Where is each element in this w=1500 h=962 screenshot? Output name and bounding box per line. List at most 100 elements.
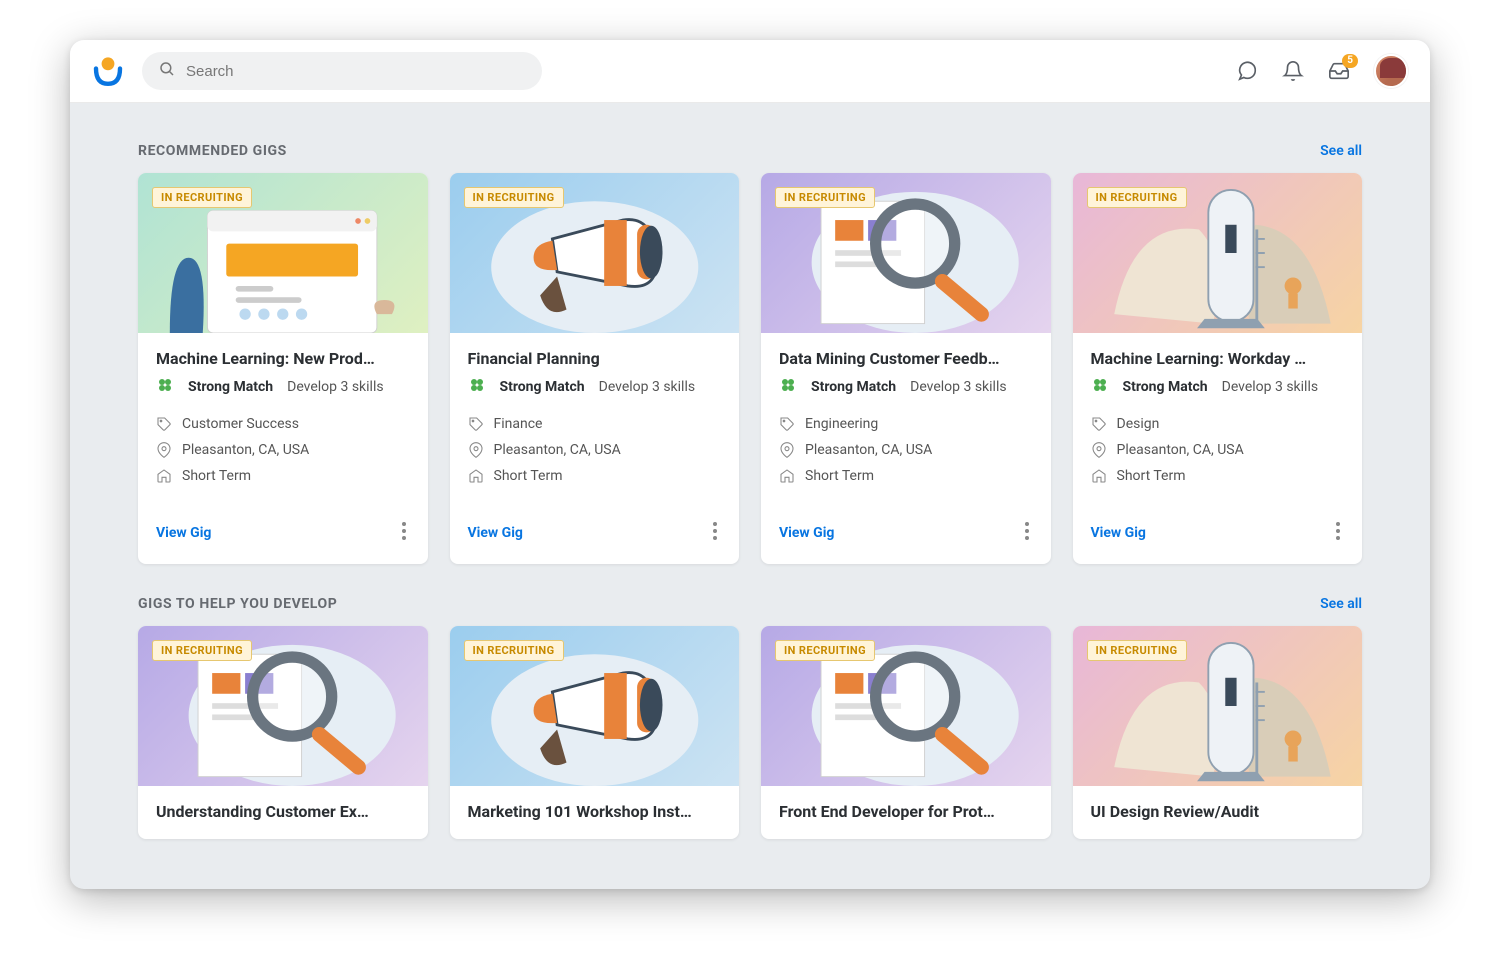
kebab-icon[interactable] xyxy=(709,518,721,548)
develop-label: Develop 3 skills xyxy=(1222,379,1318,395)
match-icon xyxy=(156,376,174,398)
match-label: Strong Match xyxy=(500,379,585,395)
topbar-actions: 5 xyxy=(1236,54,1408,88)
develop-label: Develop 3 skills xyxy=(287,379,383,395)
inbox-badge: 5 xyxy=(1342,54,1358,68)
match-label: Strong Match xyxy=(811,379,896,395)
status-chip: IN RECRUITING xyxy=(152,640,252,661)
gig-card[interactable]: IN RECRUITING Front End Developer for Pr… xyxy=(761,626,1051,839)
card-illustration: IN RECRUITING xyxy=(138,626,428,786)
see-all-link[interactable]: See all xyxy=(1320,143,1362,159)
meta-term: Short Term xyxy=(468,468,722,484)
card-body: Understanding Customer Ex… xyxy=(138,786,428,839)
meta-location: Pleasanton, CA, USA xyxy=(1091,442,1345,458)
gig-card[interactable]: IN RECRUITING Machine Learning: Workday … xyxy=(1073,173,1363,564)
app-window: 5 RECOMMENDED GIGS See all IN RECRUITING… xyxy=(70,40,1430,889)
card-footer: View Gig xyxy=(761,504,1051,564)
card-footer: View Gig xyxy=(138,504,428,564)
match-label: Strong Match xyxy=(188,379,273,395)
gig-title: Understanding Customer Ex… xyxy=(156,802,410,821)
avatar[interactable] xyxy=(1374,54,1408,88)
develop-label: Develop 3 skills xyxy=(910,379,1006,395)
card-row-recommended: IN RECRUITING Machine Learning: New Prod… xyxy=(138,173,1362,564)
kebab-icon[interactable] xyxy=(398,518,410,548)
status-chip: IN RECRUITING xyxy=(775,640,875,661)
status-chip: IN RECRUITING xyxy=(464,187,564,208)
card-illustration: IN RECRUITING xyxy=(450,173,740,333)
card-body: UI Design Review/Audit xyxy=(1073,786,1363,839)
card-illustration: IN RECRUITING xyxy=(138,173,428,333)
meta-term: Short Term xyxy=(156,468,410,484)
status-chip: IN RECRUITING xyxy=(464,640,564,661)
card-body: Marketing 101 Workshop Inst… xyxy=(450,786,740,839)
develop-label: Develop 3 skills xyxy=(599,379,695,395)
gig-title: Front End Developer for Prot… xyxy=(779,802,1033,821)
card-body: Machine Learning: New Prod… Strong Match… xyxy=(138,333,428,504)
meta-location: Pleasanton, CA, USA xyxy=(156,442,410,458)
meta-location: Pleasanton, CA, USA xyxy=(779,442,1033,458)
search-field[interactable] xyxy=(142,52,542,90)
card-body: Data Mining Customer Feedb… Strong Match… xyxy=(761,333,1051,504)
section-title: RECOMMENDED GIGS xyxy=(138,143,287,159)
card-illustration: IN RECRUITING xyxy=(761,626,1051,786)
card-body: Financial Planning Strong Match Develop … xyxy=(450,333,740,504)
gig-title: Marketing 101 Workshop Inst… xyxy=(468,802,722,821)
search-icon xyxy=(158,60,176,82)
card-illustration: IN RECRUITING xyxy=(1073,173,1363,333)
status-chip: IN RECRUITING xyxy=(1087,640,1187,661)
meta-category: Customer Success xyxy=(156,416,410,432)
section-head-develop: GIGS TO HELP YOU DEVELOP See all xyxy=(138,596,1362,612)
match-label: Strong Match xyxy=(1123,379,1208,395)
topbar: 5 xyxy=(70,40,1430,103)
card-illustration: IN RECRUITING xyxy=(761,173,1051,333)
meta-category: Engineering xyxy=(779,416,1033,432)
card-footer: View Gig xyxy=(1073,504,1363,564)
meta-term: Short Term xyxy=(1091,468,1345,484)
search-input[interactable] xyxy=(186,63,526,80)
match-row: Strong Match Develop 3 skills xyxy=(156,376,410,398)
match-icon xyxy=(1091,376,1109,398)
card-body: Machine Learning: Workday … Strong Match… xyxy=(1073,333,1363,504)
view-gig-link[interactable]: View Gig xyxy=(779,525,834,541)
card-footer: View Gig xyxy=(450,504,740,564)
view-gig-link[interactable]: View Gig xyxy=(468,525,523,541)
kebab-icon[interactable] xyxy=(1332,518,1344,548)
status-chip: IN RECRUITING xyxy=(775,187,875,208)
workday-logo[interactable] xyxy=(92,55,124,87)
gig-title: Financial Planning xyxy=(468,349,722,368)
match-icon xyxy=(779,376,797,398)
chat-icon[interactable] xyxy=(1236,60,1258,82)
match-row: Strong Match Develop 3 skills xyxy=(779,376,1033,398)
kebab-icon[interactable] xyxy=(1021,518,1033,548)
gig-card[interactable]: IN RECRUITING Marketing 101 Workshop Ins… xyxy=(450,626,740,839)
match-row: Strong Match Develop 3 skills xyxy=(1091,376,1345,398)
view-gig-link[interactable]: View Gig xyxy=(156,525,211,541)
view-gig-link[interactable]: View Gig xyxy=(1091,525,1146,541)
gig-title: Machine Learning: Workday … xyxy=(1091,349,1345,368)
card-illustration: IN RECRUITING xyxy=(1073,626,1363,786)
match-row: Strong Match Develop 3 skills xyxy=(468,376,722,398)
bell-icon[interactable] xyxy=(1282,60,1304,82)
meta-category: Design xyxy=(1091,416,1345,432)
gig-card[interactable]: IN RECRUITING UI Design Review/Audit xyxy=(1073,626,1363,839)
card-body: Front End Developer for Prot… xyxy=(761,786,1051,839)
inbox-icon[interactable]: 5 xyxy=(1328,60,1350,82)
meta-category: Finance xyxy=(468,416,722,432)
gig-title: UI Design Review/Audit xyxy=(1091,802,1345,821)
card-row-develop: IN RECRUITING Understanding Customer Ex…… xyxy=(138,626,1362,839)
see-all-link[interactable]: See all xyxy=(1320,596,1362,612)
gig-card[interactable]: IN RECRUITING Financial Planning Strong … xyxy=(450,173,740,564)
gig-card[interactable]: IN RECRUITING Data Mining Customer Feedb… xyxy=(761,173,1051,564)
gig-card[interactable]: IN RECRUITING Understanding Customer Ex… xyxy=(138,626,428,839)
match-icon xyxy=(468,376,486,398)
meta-term: Short Term xyxy=(779,468,1033,484)
status-chip: IN RECRUITING xyxy=(1087,187,1187,208)
meta-location: Pleasanton, CA, USA xyxy=(468,442,722,458)
section-head-recommended: RECOMMENDED GIGS See all xyxy=(138,143,1362,159)
section-title: GIGS TO HELP YOU DEVELOP xyxy=(138,596,337,612)
main-content: RECOMMENDED GIGS See all IN RECRUITING M… xyxy=(70,103,1430,889)
gig-title: Machine Learning: New Prod… xyxy=(156,349,410,368)
gig-card[interactable]: IN RECRUITING Machine Learning: New Prod… xyxy=(138,173,428,564)
status-chip: IN RECRUITING xyxy=(152,187,252,208)
gig-title: Data Mining Customer Feedb… xyxy=(779,349,1033,368)
